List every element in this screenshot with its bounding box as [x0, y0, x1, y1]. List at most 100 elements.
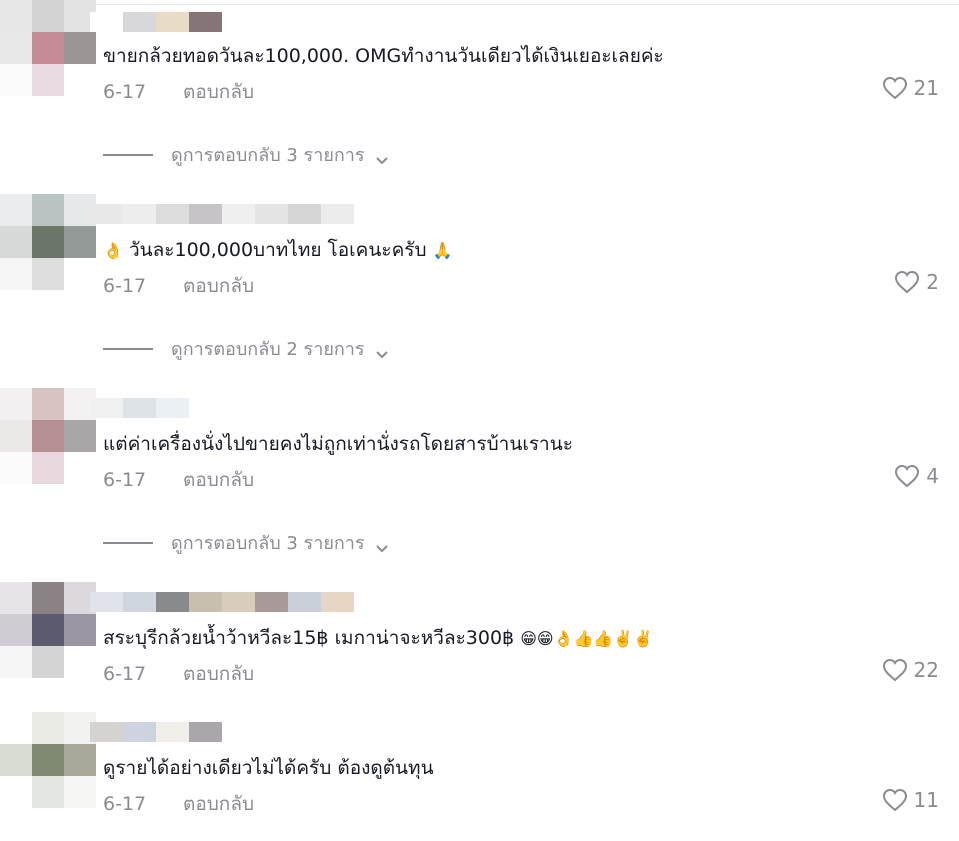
avatar-pixel	[32, 194, 64, 226]
avatar[interactable]	[0, 0, 96, 96]
avatar[interactable]	[0, 388, 96, 484]
avatar-pixel	[64, 452, 96, 484]
username-pixel	[255, 592, 288, 612]
avatar-pixel	[64, 614, 96, 646]
avatar-pixel	[0, 258, 32, 290]
comment-date: 6-17	[103, 793, 147, 815]
view-replies-label: ดูการตอบกลับ 3 รายการ	[171, 533, 365, 554]
comment-text: 👌 วันละ100,000บาทไทย โอเคนะครับ 🙏	[103, 237, 453, 264]
avatar-pixel	[0, 712, 32, 744]
username-pixel	[189, 204, 222, 224]
username-pixel	[189, 398, 222, 418]
avatar-pixel	[0, 388, 32, 420]
view-replies-button[interactable]: ดูการตอบกลับ 3 รายการ	[103, 528, 389, 557]
username-blurred[interactable]	[90, 12, 255, 32]
avatar-pixel	[64, 776, 96, 808]
username-pixel	[156, 204, 189, 224]
avatar-pixel	[0, 776, 32, 808]
avatar-pixel	[64, 258, 96, 290]
avatar-pixel	[64, 226, 96, 258]
reply-button[interactable]: ตอบกลับ	[183, 469, 254, 491]
emoji: 😁😁👌👍👍✌️✌️	[520, 629, 654, 648]
view-replies-button[interactable]: ดูการตอบกลับ 3 รายการ	[103, 140, 389, 169]
avatar-pixel	[0, 646, 32, 678]
avatar-pixel	[32, 582, 64, 614]
avatar-pixel	[0, 0, 32, 32]
comment-item: 👌 วันละ100,000บาทไทย โอเคนะครับ 🙏 6-17 ตอบ…	[0, 194, 959, 360]
comment-text: แต่ค่าเครื่องนั่งไปขายคงไม่ถูกเท่านั่งรถ…	[103, 431, 573, 457]
username-blurred[interactable]	[90, 204, 354, 224]
username-pixel	[90, 398, 123, 418]
comment-date: 6-17	[103, 275, 147, 297]
username-blurred[interactable]	[90, 722, 222, 742]
heart-icon	[894, 464, 920, 488]
emoji: 🙏	[432, 241, 453, 260]
username-pixel	[156, 722, 189, 742]
username-pixel	[123, 204, 156, 224]
avatar[interactable]	[0, 582, 96, 678]
avatar-pixel	[0, 420, 32, 452]
avatar-pixel	[32, 226, 64, 258]
like-button[interactable]: 21	[882, 76, 939, 100]
username-pixel	[222, 12, 255, 32]
avatar-pixel	[0, 32, 32, 64]
view-replies-label: ดูการตอบกลับ 2 รายการ	[171, 339, 365, 360]
avatar-pixel	[32, 452, 64, 484]
username-pixel	[222, 592, 255, 612]
username-pixel	[156, 398, 189, 418]
username-pixel	[222, 204, 255, 224]
avatar-pixel	[0, 64, 32, 96]
emoji: 👌	[103, 241, 123, 260]
comment-meta: 6-17 ตอบกลับ	[103, 77, 254, 107]
like-button[interactable]: 4	[894, 464, 939, 488]
reply-button[interactable]: ตอบกลับ	[183, 275, 254, 297]
heart-icon	[894, 270, 920, 294]
username-pixel	[321, 592, 354, 612]
username-pixel	[288, 204, 321, 224]
comment-date: 6-17	[103, 469, 147, 491]
like-button[interactable]: 11	[882, 788, 939, 812]
comment-item: ขายกล้วยทอดวันละ100,000. OMGทำงานวันเดีย…	[0, 0, 959, 166]
like-button[interactable]: 2	[894, 270, 939, 294]
avatar-pixel	[32, 646, 64, 678]
avatar-pixel	[0, 614, 32, 646]
divider-line	[103, 541, 153, 544]
avatar-pixel	[32, 64, 64, 96]
like-count: 11	[913, 788, 939, 812]
avatar-pixel	[32, 776, 64, 808]
view-replies-label: ดูการตอบกลับ 3 รายการ	[171, 145, 365, 166]
reply-button[interactable]: ตอบกลับ	[183, 793, 254, 815]
comment-meta: 6-17 ตอบกลับ	[103, 659, 254, 689]
avatar[interactable]	[0, 712, 96, 808]
username-pixel	[189, 722, 222, 742]
comment-date: 6-17	[103, 81, 147, 103]
username-blurred[interactable]	[90, 398, 222, 418]
avatar-pixel	[0, 582, 32, 614]
reply-button[interactable]: ตอบกลับ	[183, 81, 254, 103]
comment-date: 6-17	[103, 663, 147, 685]
comment-item: สระบุรีกล้วยน้ำว้าหวีละ15฿ เมกาน่าจะหวีล…	[0, 582, 959, 702]
avatar-pixel	[0, 194, 32, 226]
like-button[interactable]: 22	[882, 658, 939, 682]
comment-text: ขายกล้วยทอดวันละ100,000. OMGทำงานวันเดีย…	[103, 43, 664, 69]
avatar-pixel	[0, 226, 32, 258]
avatar-pixel	[64, 32, 96, 64]
avatar-pixel	[32, 614, 64, 646]
username-pixel	[90, 592, 123, 612]
username-pixel	[90, 12, 123, 32]
reply-button[interactable]: ตอบกลับ	[183, 663, 254, 685]
comment-item: ดูรายได้อย่างเดียวไม่ได้ครับ ต้องดูต้นทุ…	[0, 712, 959, 832]
avatar-pixel	[64, 744, 96, 776]
username-pixel	[189, 12, 222, 32]
heart-icon	[882, 76, 908, 100]
comment-body: ดูรายได้อย่างเดียวไม่ได้ครับ ต้องดูต้นทุ…	[103, 757, 434, 779]
comment-meta: 6-17 ตอบกลับ	[103, 465, 254, 495]
comment-item: แต่ค่าเครื่องนั่งไปขายคงไม่ถูกเท่านั่งรถ…	[0, 388, 959, 554]
username-blurred[interactable]	[90, 592, 354, 612]
avatar-pixel	[0, 452, 32, 484]
avatar-pixel	[32, 744, 64, 776]
view-replies-button[interactable]: ดูการตอบกลับ 2 รายการ	[103, 334, 389, 363]
username-pixel	[123, 398, 156, 418]
comment-body: ขายกล้วยทอดวันละ100,000. OMGทำงานวันเดีย…	[103, 45, 664, 67]
avatar[interactable]	[0, 194, 96, 290]
